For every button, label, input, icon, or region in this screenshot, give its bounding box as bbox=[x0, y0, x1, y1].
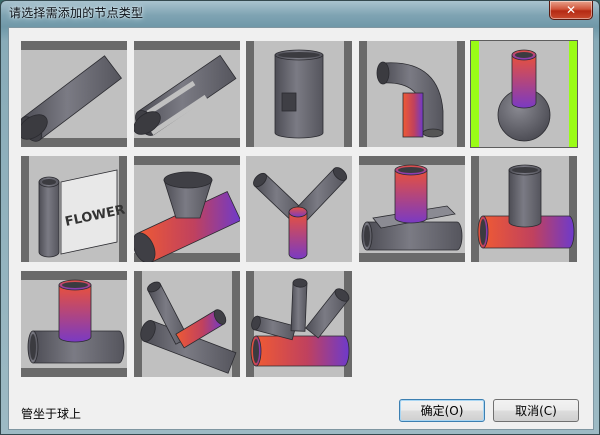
node-type-pipe-with-plate[interactable] bbox=[246, 41, 352, 147]
node-type-pipe-on-sphere[interactable] bbox=[470, 40, 578, 148]
node-type-t-joint-reversed-icon bbox=[21, 271, 127, 377]
ok-button[interactable]: 确定(O) bbox=[399, 399, 485, 422]
node-type-t-joint-reversed[interactable] bbox=[21, 271, 127, 377]
node-type-flower-plate[interactable]: FLOWER bbox=[21, 156, 127, 262]
node-type-multi-branch[interactable] bbox=[133, 271, 240, 377]
node-type-cone-on-pipe[interactable] bbox=[133, 156, 240, 262]
node-type-dialog: 请选择需添加的节点类型 ✕ FLOWER 管坐于球上 确定(O) 取消(C) bbox=[0, 0, 600, 435]
node-type-slotted-pipe[interactable] bbox=[133, 41, 240, 147]
node-type-pipe-on-sphere-icon bbox=[471, 41, 577, 147]
close-icon: ✕ bbox=[565, 3, 577, 17]
node-type-pipe-with-saddle-plate[interactable] bbox=[358, 156, 465, 262]
node-type-multi-branch-icon bbox=[133, 271, 240, 377]
node-type-t-joint-icon bbox=[471, 156, 577, 262]
close-button[interactable]: ✕ bbox=[549, 1, 593, 20]
node-type-cone-on-pipe-icon bbox=[133, 156, 240, 262]
node-type-pipe-with-plate-icon bbox=[246, 41, 352, 147]
node-type-slotted-pipe-icon bbox=[133, 41, 240, 147]
node-type-elbow-icon bbox=[358, 41, 465, 147]
node-type-y-branch[interactable] bbox=[246, 156, 352, 262]
cancel-button[interactable]: 取消(C) bbox=[493, 399, 579, 422]
node-type-elbow[interactable] bbox=[358, 41, 465, 147]
node-type-multi-branch-k-icon bbox=[246, 271, 352, 377]
node-type-t-joint[interactable] bbox=[471, 156, 577, 262]
node-type-beveled-pipe[interactable] bbox=[21, 41, 127, 147]
node-type-multi-branch-k[interactable] bbox=[246, 271, 352, 377]
node-type-y-branch-icon bbox=[246, 156, 352, 262]
node-type-beveled-pipe-icon bbox=[21, 41, 127, 147]
dialog-client-area: FLOWER 管坐于球上 确定(O) 取消(C) bbox=[8, 27, 594, 430]
node-type-pipe-with-saddle-plate-icon bbox=[358, 156, 465, 262]
window-title: 请选择需添加的节点类型 bbox=[9, 6, 144, 20]
selected-type-label: 管坐于球上 bbox=[21, 407, 82, 421]
node-type-flower-plate-icon: FLOWER bbox=[21, 156, 127, 262]
